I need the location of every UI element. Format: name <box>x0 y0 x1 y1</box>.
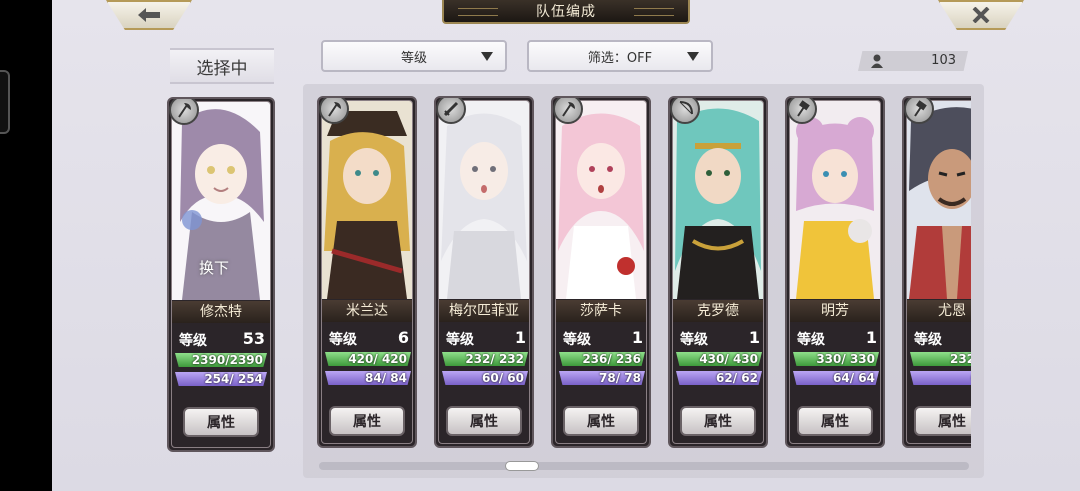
chevron-down-icon <box>687 52 699 61</box>
selecting-label: 选择中 <box>170 48 274 84</box>
mp-bar: 60/ 60 <box>442 371 528 385</box>
level-row: 等级 6 <box>325 328 411 348</box>
scrollbar-thumb[interactable] <box>505 461 539 471</box>
level-row: 等级 53 <box>175 329 267 349</box>
mp-bar: 64/ 64 <box>793 371 879 385</box>
character-card-strip[interactable]: 米兰达 等级 6 420/ 420 84/ 84 属性 梅尔匹菲亚 等级 1 2… <box>303 96 971 454</box>
back-arrow-icon <box>138 8 160 22</box>
character-portrait <box>673 101 763 299</box>
level-row: 等级 1 <box>793 328 879 348</box>
level-row: 等级 1 <box>559 328 645 348</box>
level-label: 等级 <box>329 332 357 348</box>
hp-bar: 232/ 232 <box>442 352 528 366</box>
attributes-button[interactable]: 属性 <box>680 406 756 436</box>
hp-bar: 420/ 420 <box>325 352 411 366</box>
hp-bar: 2390/2390 <box>175 353 267 367</box>
character-portrait <box>322 101 412 299</box>
character-card[interactable]: 明芳 等级 1 330/ 330 64/ 64 属性 <box>785 96 885 448</box>
sort-dropdown[interactable]: 等级 <box>321 40 507 72</box>
character-name: 梅尔匹菲亚 <box>439 300 529 322</box>
level-label: 等级 <box>797 332 825 348</box>
user-icon <box>871 54 883 68</box>
character-name: 米兰达 <box>322 300 412 322</box>
level-row: 等级 1 <box>910 328 971 348</box>
level-value: 1 <box>514 328 526 347</box>
character-name: 尤恩 <box>907 300 971 322</box>
character-card[interactable]: 莎萨卡 等级 1 236/ 236 78/ 78 属性 <box>551 96 651 448</box>
attributes-button[interactable]: 属性 <box>563 406 639 436</box>
mp-bar: 84/ 84 <box>325 371 411 385</box>
character-name: 修杰特 <box>172 301 270 323</box>
chevron-down-icon <box>481 52 493 61</box>
level-value: 1 <box>748 328 760 347</box>
member-count: 103 <box>931 53 956 68</box>
attributes-button[interactable]: 属性 <box>183 407 259 437</box>
character-card[interactable]: 尤恩 等级 1 232/ 2 60/ 属性 <box>902 96 971 448</box>
close-icon <box>972 7 990 23</box>
character-portrait <box>790 101 880 299</box>
level-label: 等级 <box>680 332 708 348</box>
character-card[interactable]: 克罗德 等级 1 430/ 430 62/ 62 属性 <box>668 96 768 448</box>
close-button[interactable] <box>938 0 1024 30</box>
selected-character-card[interactable]: 换下 修杰特 等级 53 2390/2390 254/ 254 属性 <box>167 97 275 452</box>
page-title: 队伍编成 <box>536 4 596 20</box>
filter-dropdown[interactable]: 筛选：OFF <box>527 40 713 72</box>
attributes-button[interactable]: 属性 <box>446 406 522 436</box>
level-label: 等级 <box>914 332 942 348</box>
level-value: 1 <box>631 328 643 347</box>
level-label: 等级 <box>563 332 591 348</box>
character-card: 换下 修杰特 等级 53 2390/2390 254/ 254 属性 <box>167 97 275 452</box>
mp-bar: 254/ 254 <box>175 372 267 386</box>
title-banner: 队伍编成 <box>442 0 690 24</box>
horizontal-scrollbar[interactable] <box>319 461 969 471</box>
character-name: 明芳 <box>790 300 880 322</box>
level-value: 53 <box>242 329 265 348</box>
swap-out-label: 换下 <box>199 259 230 277</box>
level-label: 等级 <box>446 332 474 348</box>
level-row: 等级 1 <box>676 328 762 348</box>
character-name: 莎萨卡 <box>556 300 646 322</box>
hp-bar: 430/ 430 <box>676 352 762 366</box>
device-side-handle <box>0 70 10 134</box>
hp-bar: 232/ 2 <box>910 352 971 366</box>
character-portrait <box>439 101 529 299</box>
game-screen: 队伍编成 选择中 等级 筛选：OFF 103 换下 修杰特 等级 53 2390… <box>52 0 1080 491</box>
character-card[interactable]: 米兰达 等级 6 420/ 420 84/ 84 属性 <box>317 96 417 448</box>
level-value: 6 <box>397 328 409 347</box>
hp-bar: 330/ 330 <box>793 352 879 366</box>
character-name: 克罗德 <box>673 300 763 322</box>
sort-dropdown-label: 等级 <box>400 50 427 66</box>
mp-bar: 62/ 62 <box>676 371 762 385</box>
attributes-button[interactable]: 属性 <box>914 406 971 436</box>
level-row: 等级 1 <box>442 328 528 348</box>
level-value: 1 <box>865 328 877 347</box>
character-card[interactable]: 梅尔匹菲亚 等级 1 232/ 232 60/ 60 属性 <box>434 96 534 448</box>
level-label: 等级 <box>179 333 207 349</box>
mp-bar: 78/ 78 <box>559 371 645 385</box>
banner-ornament-left <box>458 8 498 16</box>
member-count-badge: 103 <box>858 51 968 71</box>
attributes-button[interactable]: 属性 <box>329 406 405 436</box>
attributes-button[interactable]: 属性 <box>797 406 873 436</box>
filter-dropdown-label: 筛选：OFF <box>587 50 653 66</box>
character-portrait <box>556 101 646 299</box>
hp-bar: 236/ 236 <box>559 352 645 366</box>
banner-ornament-right <box>634 8 674 16</box>
mp-bar: 60/ <box>910 371 971 385</box>
back-button[interactable] <box>106 0 192 30</box>
character-list-panel: 米兰达 等级 6 420/ 420 84/ 84 属性 梅尔匹菲亚 等级 1 2… <box>303 84 984 478</box>
character-portrait <box>907 101 971 299</box>
